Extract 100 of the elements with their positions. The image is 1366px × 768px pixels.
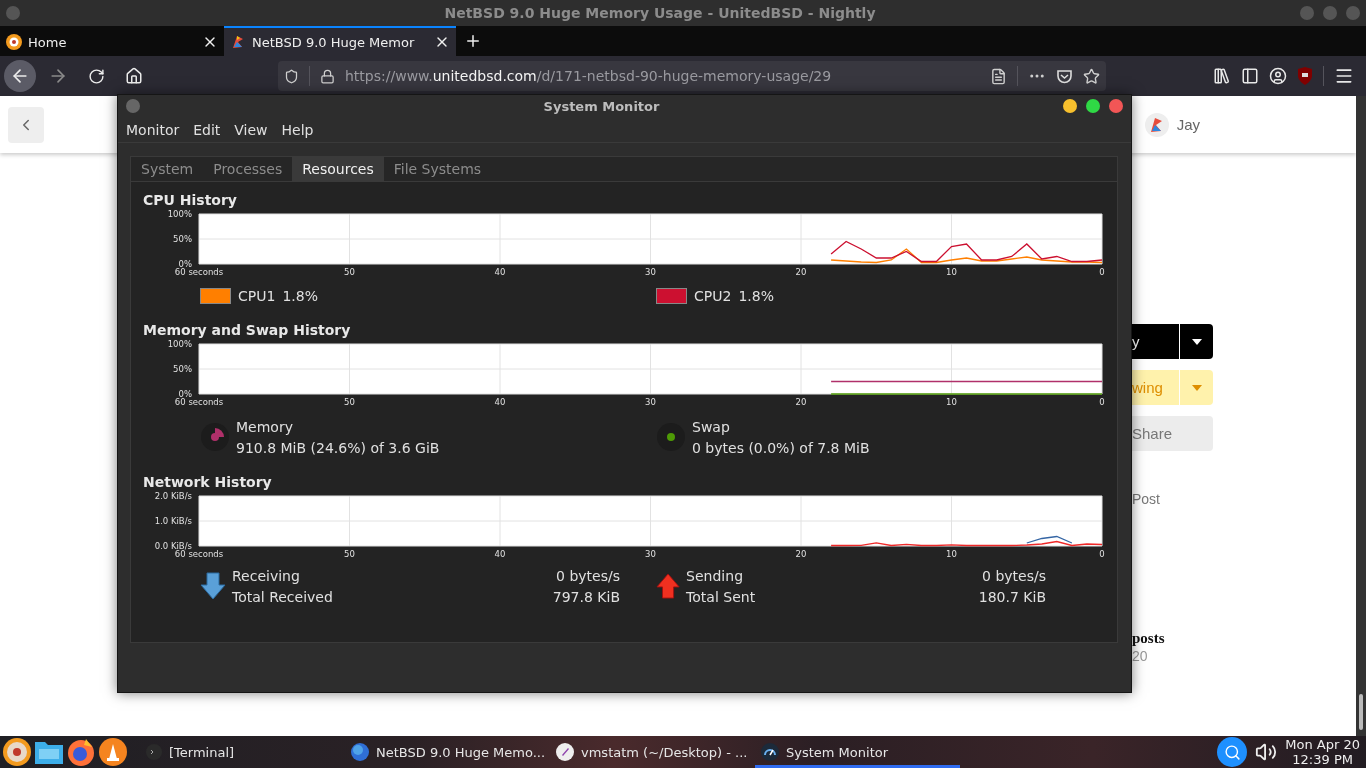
total-value: 180.7 KiB	[978, 588, 1046, 605]
axis-label: 50	[344, 397, 355, 406]
plus-icon[interactable]	[464, 32, 482, 50]
volume-icon[interactable]	[1255, 741, 1278, 763]
home-icon[interactable]	[125, 67, 143, 85]
menu-item[interactable]: Edit	[193, 121, 221, 138]
taskbar-item[interactable]: vmstatm (~/Desktop) - ...	[550, 736, 755, 768]
action-button[interactable]: Share	[1132, 416, 1213, 451]
cone-icon[interactable]	[98, 737, 128, 767]
sidebar-icon[interactable]	[1241, 67, 1259, 85]
user-name[interactable]: Jay	[1176, 116, 1200, 133]
axis-label: 40	[494, 267, 506, 276]
clock[interactable]: Mon Apr 20 12:39 PM	[1285, 737, 1360, 767]
terminal-icon	[146, 744, 162, 760]
axis-label: 1.0 KiB/s	[154, 516, 192, 526]
axis-label: 50	[344, 267, 355, 276]
axis-label: 0	[1099, 267, 1105, 276]
caret-icon[interactable]	[1191, 338, 1202, 345]
total-label: Total Received	[232, 588, 334, 605]
total-label: Total Sent	[686, 588, 757, 605]
date-text: 20	[1132, 648, 1149, 664]
axis-label: 0	[1099, 397, 1105, 406]
axis-label: 50	[344, 549, 355, 558]
legend-label: CPU2	[694, 288, 732, 304]
library-icon[interactable]	[1213, 67, 1231, 85]
axis-label: 60 seconds	[174, 549, 224, 558]
reader-icon[interactable]	[990, 67, 1007, 85]
menu-icon[interactable]	[1334, 66, 1354, 86]
action-button[interactable]: y	[1132, 324, 1213, 359]
lock-icon[interactable]	[320, 68, 335, 84]
browser-tab[interactable]: NetBSD 9.0 Huge Memor	[224, 26, 456, 56]
back-button[interactable]	[4, 60, 36, 92]
axis-label: 20	[795, 549, 807, 558]
axis-label: 10	[946, 397, 957, 406]
axis-label: 10	[946, 549, 957, 558]
scrollbar-thumb[interactable]	[1359, 694, 1363, 730]
axis-label: 20	[795, 267, 807, 276]
app-menu-icon[interactable]	[2, 737, 32, 767]
firefox-icon[interactable]	[66, 737, 96, 767]
section-heading: Network History	[143, 474, 273, 490]
up-arrow-icon	[656, 572, 681, 600]
avatar-icon[interactable]	[1144, 112, 1169, 137]
rate-label: Receiving	[232, 567, 301, 584]
tab[interactable]: System	[131, 157, 204, 181]
axis-label: 2.0 KiB/s	[154, 492, 192, 501]
usage-detail: 910.8 MiB (24.6%) of 3.6 GiB	[236, 439, 440, 456]
gauge-icon	[761, 743, 779, 761]
folder-icon[interactable]	[34, 739, 64, 765]
axis-label: 50%	[173, 234, 192, 244]
tab[interactable]: Processes	[203, 157, 293, 181]
legend-value: 1.8%	[738, 288, 774, 304]
window-menu-button[interactable]	[126, 99, 140, 113]
axis-label: 10	[946, 267, 957, 276]
pencil-icon	[556, 743, 574, 761]
star-icon[interactable]	[1083, 67, 1100, 85]
tab[interactable]: File Systems	[383, 157, 492, 181]
axis-label: 0%	[178, 259, 192, 269]
status-dot-icon	[656, 422, 686, 452]
axis-label: 50%	[173, 364, 192, 374]
minimize-button[interactable]	[1063, 99, 1077, 113]
post-link[interactable]: Post	[1132, 491, 1213, 507]
search-button[interactable]	[1217, 737, 1248, 767]
rate-value: 0 bytes/s	[555, 567, 620, 584]
axis-label: 30	[645, 267, 656, 276]
shield-icon[interactable]	[1297, 67, 1313, 85]
close-button[interactable]	[1109, 99, 1123, 113]
posts-heading: posts	[1132, 630, 1166, 647]
window-title: NetBSD 9.0 Huge Memory Usage - UnitedBSD - Nightly	[443, 5, 877, 21]
reload-icon[interactable]	[87, 67, 105, 85]
legend-swatch[interactable]	[200, 288, 231, 304]
rate-value: 0 bytes/s	[981, 567, 1046, 584]
axis-label: 0%	[178, 389, 192, 399]
browser-tab[interactable]: Home	[0, 26, 224, 56]
axis-label: 0	[1099, 549, 1105, 558]
menu-item[interactable]: View	[234, 121, 268, 138]
legend-swatch[interactable]	[656, 288, 687, 304]
tab[interactable]: Resources	[292, 157, 384, 181]
account-icon[interactable]	[1269, 67, 1287, 85]
taskbar-item[interactable]: System Monitor	[755, 736, 960, 768]
menu-item[interactable]: Help	[281, 121, 314, 138]
axis-label: 40	[494, 549, 506, 558]
pie-icon	[200, 422, 230, 452]
maximize-button[interactable]	[1086, 99, 1100, 113]
axis-label: 100%	[167, 210, 192, 219]
axis-label: 60 seconds	[174, 267, 224, 276]
axis-label: 0.0 KiB/s	[154, 541, 192, 551]
axis-label: 20	[795, 397, 807, 406]
usage-detail: 0 bytes (0.0%) of 7.8 MiB	[692, 439, 870, 456]
legend-label: CPU1	[238, 288, 276, 304]
axis-label: 30	[645, 549, 656, 558]
axis-label: 100%	[167, 340, 192, 349]
legend-value: 1.8%	[282, 288, 318, 304]
taskbar-item[interactable]: [Terminal]	[140, 736, 345, 768]
section-heading: CPU History	[143, 192, 238, 208]
taskbar-item[interactable]: NetBSD 9.0 Huge Memo...	[345, 736, 550, 768]
usage-label: Swap	[692, 418, 731, 435]
usage-label: Memory	[236, 418, 294, 435]
shield-icon[interactable]	[284, 68, 299, 84]
pocket-icon[interactable]	[1056, 67, 1073, 85]
menu-item[interactable]: Monitor	[126, 121, 180, 138]
